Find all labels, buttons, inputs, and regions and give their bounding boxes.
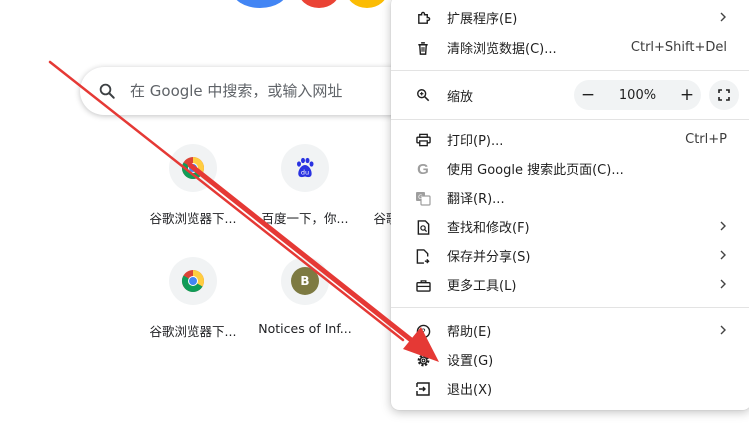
chrome-main-menu: 扩展程序(E) 清除浏览数据(C)... Ctrl+Shift+Del 缩放 −… bbox=[391, 0, 749, 410]
shortcut-tile[interactable]: 谷歌 bbox=[361, 144, 392, 244]
fullscreen-button[interactable] bbox=[709, 80, 739, 110]
menu-label: 缩放 bbox=[447, 89, 474, 105]
shortcut-icon-wrap: B bbox=[281, 257, 329, 305]
menu-label: 打印(P)... bbox=[447, 134, 504, 149]
help-icon: ? bbox=[415, 323, 431, 339]
shortcut-text: Ctrl+P bbox=[685, 132, 727, 147]
menu-label: 保存并分享(S) bbox=[447, 250, 531, 265]
chrome-icon bbox=[182, 157, 204, 179]
zoom-out-button[interactable]: − bbox=[574, 81, 602, 109]
chevron-right-icon bbox=[720, 279, 726, 289]
shortcut-label: Notices of Inf... bbox=[258, 321, 352, 336]
menu-item-save-and-share[interactable]: 保存并分享(S) bbox=[391, 241, 749, 270]
shortcut-tile[interactable]: B Notices of Inf... bbox=[249, 257, 361, 357]
chevron-right-icon bbox=[720, 221, 726, 231]
fullscreen-icon bbox=[718, 89, 730, 101]
chevron-right-icon bbox=[720, 325, 726, 335]
menu-item-extensions[interactable]: 扩展程序(E) bbox=[391, 3, 749, 32]
shortcut-icon-wrap bbox=[169, 144, 217, 192]
menu-item-help[interactable]: ? 帮助(E) bbox=[391, 316, 749, 345]
google-logo-fragment-blue bbox=[232, 0, 288, 8]
menu-item-translate[interactable]: G 翻译(R)... bbox=[391, 183, 749, 212]
search-box[interactable] bbox=[80, 67, 420, 115]
shortcut-text: Ctrl+Shift+Del bbox=[630, 40, 727, 55]
chevron-right-icon bbox=[720, 12, 726, 22]
menu-item-find-and-edit[interactable]: 查找和修改(F) bbox=[391, 212, 749, 241]
zoom-in-button[interactable]: + bbox=[673, 81, 701, 109]
menu-label: 查找和修改(F) bbox=[447, 221, 530, 236]
menu-label: 设置(G) bbox=[447, 354, 494, 369]
search-input[interactable] bbox=[130, 82, 370, 100]
zoom-icon bbox=[415, 87, 431, 103]
search-icon bbox=[99, 83, 115, 99]
menu-item-more-tools[interactable]: 更多工具(L) bbox=[391, 270, 749, 299]
shortcut-label: 百度一下，你... bbox=[261, 211, 349, 226]
find-page-icon bbox=[415, 219, 431, 235]
zoom-level: 100% bbox=[618, 87, 657, 103]
svg-text:G: G bbox=[418, 194, 423, 201]
shortcut-label: 谷歌浏览器下... bbox=[149, 211, 237, 226]
chrome-icon bbox=[182, 270, 204, 292]
shortcut-tile[interactable]: du 百度一下，你... bbox=[249, 144, 361, 244]
zoom-control: − 100% + bbox=[574, 80, 701, 110]
baidu-icon: du bbox=[297, 157, 314, 178]
menu-item-clear-browsing-data[interactable]: 清除浏览数据(C)... Ctrl+Shift+Del bbox=[391, 33, 749, 62]
letter-avatar-icon: B bbox=[291, 267, 319, 295]
menu-label: 翻译(R)... bbox=[447, 192, 505, 207]
exit-icon bbox=[415, 381, 431, 397]
gear-icon bbox=[415, 352, 431, 368]
svg-text:?: ? bbox=[421, 326, 425, 336]
menu-label: 帮助(E) bbox=[447, 325, 492, 340]
svg-text:du: du bbox=[301, 169, 309, 177]
google-logo-fragment-yellow bbox=[346, 0, 388, 8]
printer-icon bbox=[415, 132, 431, 148]
menu-label: 使用 Google 搜索此页面(C)... bbox=[447, 163, 624, 178]
trash-icon bbox=[415, 40, 431, 56]
menu-item-zoom: 缩放 − 100% + bbox=[391, 77, 749, 113]
chevron-right-icon bbox=[720, 250, 726, 260]
menu-label: 清除浏览数据(C)... bbox=[447, 42, 557, 57]
google-g-icon: G bbox=[417, 160, 429, 178]
save-share-icon bbox=[415, 248, 431, 264]
menu-item-search-with-google[interactable]: G 使用 Google 搜索此页面(C)... bbox=[391, 154, 749, 183]
shortcut-label: 谷歌浏览器下... bbox=[149, 324, 237, 339]
translate-icon: G bbox=[415, 190, 431, 206]
menu-item-exit[interactable]: 退出(X) bbox=[391, 374, 749, 403]
puzzle-icon bbox=[415, 10, 431, 26]
menu-label: 退出(X) bbox=[447, 383, 493, 398]
google-logo-fragment-red bbox=[298, 0, 340, 8]
shortcut-icon-wrap bbox=[169, 257, 217, 305]
toolbox-icon bbox=[415, 277, 431, 293]
shortcut-tile[interactable]: 谷歌浏览器下... bbox=[137, 144, 249, 244]
menu-label: 更多工具(L) bbox=[447, 279, 517, 294]
menu-label: 扩展程序(E) bbox=[447, 12, 518, 27]
menu-divider bbox=[391, 70, 749, 71]
shortcut-label: 谷歌 bbox=[373, 211, 392, 226]
menu-divider bbox=[391, 307, 749, 308]
shortcut-icon-wrap: du bbox=[281, 144, 329, 192]
shortcut-tile[interactable]: 谷歌浏览器下... bbox=[137, 257, 249, 357]
menu-divider bbox=[391, 119, 749, 120]
menu-item-print[interactable]: 打印(P)... Ctrl+P bbox=[391, 125, 749, 154]
menu-item-settings[interactable]: 设置(G) bbox=[391, 345, 749, 374]
